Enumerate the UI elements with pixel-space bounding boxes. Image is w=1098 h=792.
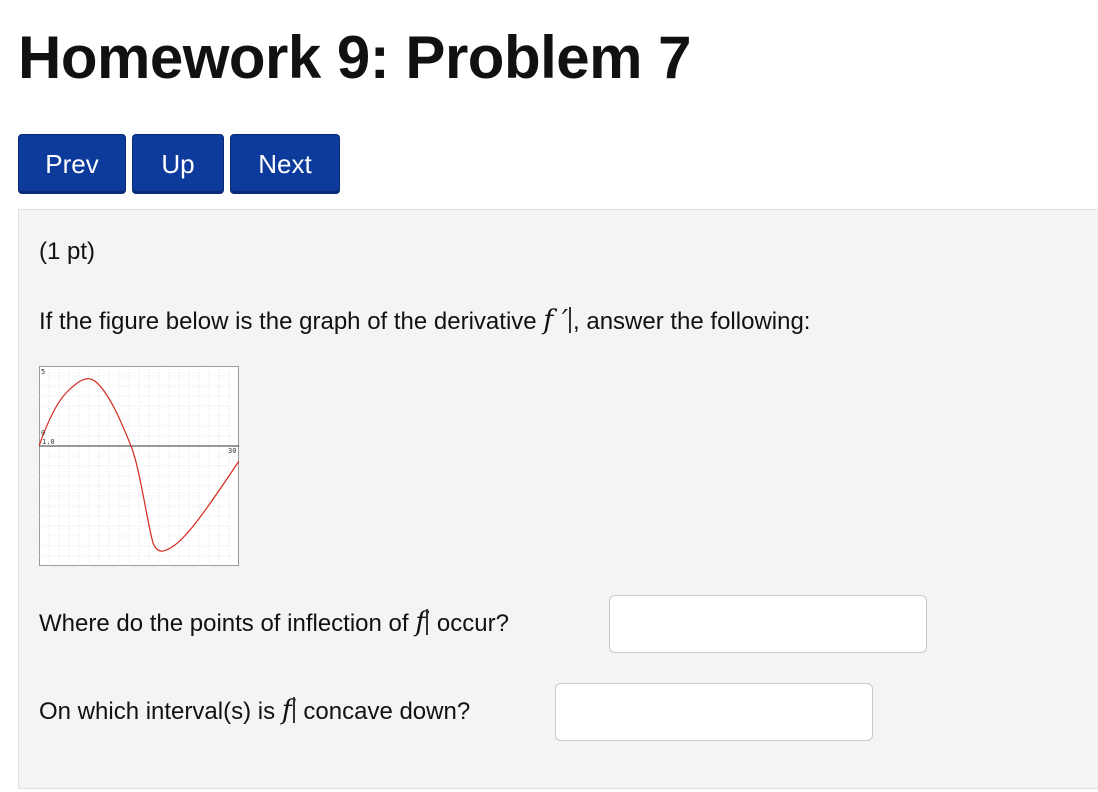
inflection-answer-input[interactable] xyxy=(609,595,927,653)
question-text-after: concave down? xyxy=(296,698,471,725)
prompt-text-before: If the figure below is the graph of the … xyxy=(39,308,544,335)
text-cursor xyxy=(426,609,429,635)
function-symbol: f xyxy=(281,695,292,726)
concave-down-answer-input[interactable] xyxy=(555,683,873,741)
origin-label: 0 xyxy=(41,429,45,437)
graph-svg: 5 0 1.0 30 xyxy=(38,366,240,566)
text-cursor xyxy=(569,307,572,333)
page-title: Homework 9: Problem 7 xyxy=(18,24,692,91)
x-max-label: 30 xyxy=(228,447,236,455)
y-max-label: 5 xyxy=(41,368,45,376)
problem-panel: (1 pt) If the figure below is the graph … xyxy=(18,209,1098,789)
question-concave-down: On which interval(s) is f concave down? xyxy=(39,695,470,726)
up-button[interactable]: Up xyxy=(132,134,224,194)
question-text-before: On which interval(s) is xyxy=(39,698,282,725)
derivative-symbol: f ′ xyxy=(543,305,569,336)
question-text-after: occur? xyxy=(430,610,509,637)
derivative-graph: 5 0 1.0 30 xyxy=(38,366,240,566)
problem-prompt: If the figure below is the graph of the … xyxy=(39,305,810,336)
prompt-text-after: , answer the following: xyxy=(573,308,811,335)
text-cursor xyxy=(292,697,295,723)
prev-button[interactable]: Prev xyxy=(18,134,126,194)
next-button[interactable]: Next xyxy=(230,134,340,194)
question-text-before: Where do the points of inflection of xyxy=(39,610,416,637)
function-symbol: f xyxy=(415,607,426,638)
point-value: (1 pt) xyxy=(39,238,96,265)
question-inflection: Where do the points of inflection of f o… xyxy=(39,607,509,638)
x-min-label: 1.0 xyxy=(42,438,55,446)
